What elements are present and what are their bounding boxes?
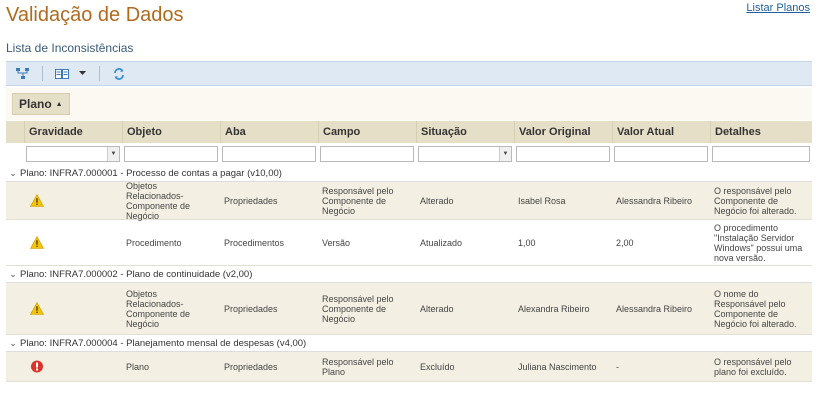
cell-valor-atual: Alessandra Ribeiro	[616, 303, 693, 314]
group-row[interactable]: ⌄ Plano: INFRA7.000001 - Processo de cont…	[6, 165, 812, 182]
warning-icon	[30, 302, 44, 315]
cell-detalhes: O procedimento "Instalação Servidor Wind…	[714, 222, 803, 263]
cell-valor-atual: Alessandra Ribeiro	[616, 195, 693, 206]
cell-valor-original: 1,00	[518, 237, 536, 248]
warning-icon	[30, 236, 44, 249]
dropdown-arrow-icon	[78, 71, 86, 75]
grid-toolbar	[6, 61, 812, 86]
sort-ascending-icon: ▲	[55, 100, 63, 108]
cell-aba: Propriedades	[224, 361, 278, 372]
cell-objeto: Procedimento	[126, 237, 182, 248]
group-by-panel: Plano ▲	[6, 88, 812, 120]
collapse-chevron-icon[interactable]: ⌄	[6, 338, 20, 349]
table-row[interactable]: Plano Propriedades Responsável pelo Plano E…	[6, 352, 812, 382]
cell-valor-original: Juliana Nascimento	[518, 361, 597, 372]
cell-situacao: Excluído	[420, 361, 455, 372]
inconsistency-grid: Gravidade Objeto Aba Campo Situação Valo…	[6, 121, 812, 382]
cell-aba: Procedimentos	[224, 237, 285, 248]
filter-aba-input[interactable]	[222, 146, 316, 162]
hierarchy-icon	[16, 67, 29, 79]
group-label: Plano: INFRA7.000001 - Processo de conta…	[20, 167, 282, 179]
cell-objeto: Objetos Relacionados-Componente de Negóc…	[126, 288, 191, 329]
columns-button[interactable]	[53, 64, 71, 83]
cell-campo: Responsável pelo Plano	[322, 356, 394, 377]
severity-cell	[24, 182, 122, 219]
cell-aba: Propriedades	[224, 195, 278, 206]
filter-valor-atual-input[interactable]	[614, 146, 708, 162]
cell-campo: Responsável pelo Componente de Negócio	[322, 185, 394, 216]
filter-situacao-select[interactable]: ▼	[418, 146, 512, 162]
column-header-gravidade[interactable]: Gravidade	[24, 121, 122, 143]
column-header-valor-atual[interactable]: Valor Atual	[612, 121, 710, 143]
column-header-objeto[interactable]: Objeto	[122, 121, 220, 143]
filter-objeto-input[interactable]	[124, 146, 218, 162]
column-header-campo[interactable]: Campo	[318, 121, 416, 143]
grid-body: ⌄ Plano: INFRA7.000001 - Processo de cont…	[6, 165, 812, 382]
table-row[interactable]: Procedimento Procedimentos Versão Atualizad…	[6, 220, 812, 266]
refresh-button[interactable]	[110, 64, 128, 83]
hierarchy-button[interactable]	[14, 64, 32, 83]
columns-dropdown-button[interactable]	[75, 64, 89, 83]
group-row[interactable]: ⌄ Plano: INFRA7.000002 - Plano de continu…	[6, 266, 812, 283]
cell-situacao: Alterado	[420, 195, 454, 206]
collapse-chevron-icon[interactable]: ⌄	[6, 269, 20, 280]
filter-detalhes-input[interactable]	[712, 146, 810, 162]
cell-valor-original: Isabel Rosa	[518, 195, 566, 206]
cell-campo: Responsável pelo Componente de Negócio	[322, 293, 394, 324]
cell-situacao: Alterado	[420, 303, 454, 314]
chevron-down-icon: ▼	[499, 147, 511, 161]
grid-header-row: Gravidade Objeto Aba Campo Situação Valo…	[6, 121, 812, 143]
cell-valor-atual: -	[616, 361, 619, 372]
warning-icon	[30, 194, 44, 207]
columns-icon	[55, 68, 69, 79]
toolbar-separator	[42, 66, 43, 81]
cell-situacao: Atualizado	[420, 237, 463, 248]
cell-aba: Propriedades	[224, 303, 278, 314]
error-icon	[31, 360, 43, 373]
column-header-aba[interactable]: Aba	[220, 121, 318, 143]
cell-detalhes: O responsável pelo plano foi excluído.	[714, 356, 792, 377]
cell-detalhes: O nome do Responsável pelo Componente de…	[714, 288, 797, 329]
column-header-valor-original[interactable]: Valor Original	[514, 121, 612, 143]
cell-objeto: Objetos Relacionados-Componente de Negóc…	[126, 180, 191, 221]
filter-valor-original-input[interactable]	[516, 146, 610, 162]
group-label: Plano: INFRA7.000004 - Planejamento mens…	[20, 337, 307, 349]
cell-detalhes: O responsável pelo Componente de Negócio…	[714, 185, 797, 216]
group-label: Plano: INFRA7.000002 - Plano de continui…	[20, 268, 253, 280]
list-plans-link[interactable]: Listar Planos	[746, 2, 810, 14]
table-row[interactable]: Objetos Relacionados-Componente de Negóc…	[6, 180, 812, 221]
group-by-plano-chip[interactable]: Plano ▲	[12, 93, 70, 115]
severity-cell	[24, 352, 122, 381]
filter-gravidade-select[interactable]: ▼	[26, 146, 120, 162]
column-header-situacao[interactable]: Situação	[416, 121, 514, 143]
cell-objeto: Plano	[126, 361, 150, 372]
severity-cell	[24, 283, 122, 334]
filter-row: ▼ ▼	[6, 143, 812, 165]
chevron-down-icon: ▼	[107, 147, 119, 161]
page-title: Validação de Dados	[6, 4, 184, 26]
section-title: Lista de Inconsistências	[6, 41, 134, 55]
toolbar-separator	[99, 66, 100, 81]
severity-cell	[24, 220, 122, 265]
cell-valor-original: Alexandra Ribeiro	[518, 303, 590, 314]
filter-campo-input[interactable]	[320, 146, 414, 162]
cell-campo: Versão	[322, 237, 351, 248]
cell-valor-atual: 2,00	[616, 237, 634, 248]
collapse-chevron-icon[interactable]: ⌄	[6, 168, 20, 179]
group-chip-label: Plano	[19, 97, 52, 111]
column-header-detalhes[interactable]: Detalhes	[710, 121, 812, 143]
table-row[interactable]: Objetos Relacionados-Componente de Negóc…	[6, 283, 812, 335]
refresh-icon	[114, 67, 124, 80]
group-row[interactable]: ⌄ Plano: INFRA7.000004 - Planejamento men…	[6, 335, 812, 352]
